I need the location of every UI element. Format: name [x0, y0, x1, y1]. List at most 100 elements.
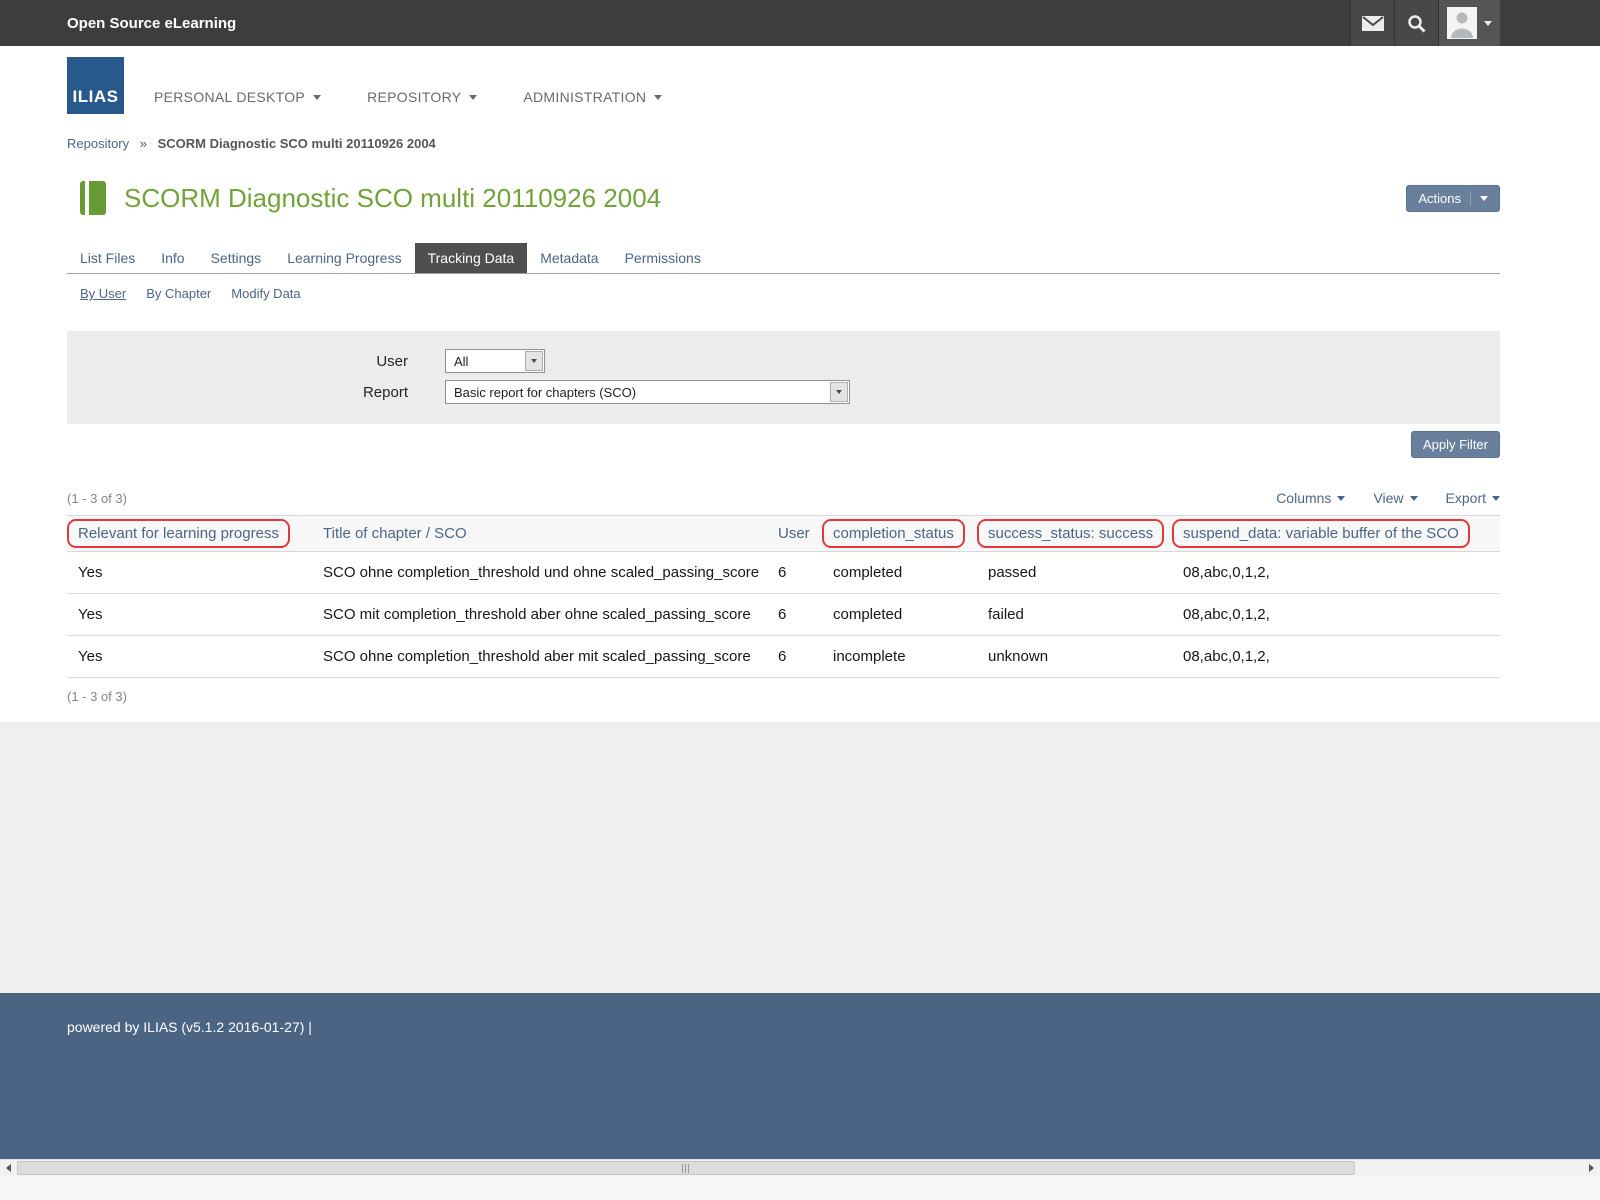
red-highlight-box: suspend_data: variable buffer of the SCO [1172, 519, 1470, 548]
page-title: SCORM Diagnostic SCO multi 20110926 2004 [124, 183, 661, 214]
col-completion-status[interactable]: completion_status [822, 516, 977, 552]
filter-row-report: Report Basic report for chapters (SCO) [67, 380, 1500, 404]
columns-menu[interactable]: Columns [1276, 490, 1345, 506]
page-background [0, 722, 1600, 993]
report-select[interactable]: Basic report for chapters (SCO) [445, 380, 850, 404]
scroll-left-arrow[interactable] [0, 1160, 17, 1177]
cell-user: 6 [767, 552, 822, 594]
cell-title: SCO mit completion_threshold aber ohne s… [312, 594, 767, 636]
cell-relevant: Yes [67, 552, 312, 594]
chevron-down-icon [836, 390, 842, 394]
scorm-module-icon [78, 181, 108, 215]
tab-tracking-data[interactable]: Tracking Data [415, 243, 528, 273]
apply-filter-button[interactable]: Apply Filter [1411, 431, 1500, 458]
subtab-bar: By User By Chapter Modify Data [67, 286, 1500, 301]
chevron-down-icon [1484, 21, 1492, 26]
user-filter-label: User [67, 353, 408, 370]
col-suspend-data[interactable]: suspend_data: variable buffer of the SCO [1172, 516, 1500, 552]
cell-success: failed [977, 594, 1172, 636]
cell-completion: incomplete [822, 636, 977, 678]
view-menu[interactable]: View [1373, 490, 1417, 506]
cell-success: passed [977, 552, 1172, 594]
table-menus: Columns View Export [1276, 490, 1500, 506]
cell-completion: completed [822, 552, 977, 594]
table-row: Yes SCO ohne completion_threshold aber m… [67, 636, 1500, 678]
filter-row-user: User All [67, 349, 1500, 373]
nav-personal-desktop[interactable]: PERSONAL DESKTOP [154, 89, 321, 105]
main-content: Repository » SCORM Diagnostic SCO multi … [0, 124, 1600, 722]
chevron-down-icon [1337, 496, 1345, 501]
cell-completion: completed [822, 594, 977, 636]
filter-panel: User All Report Basic report for chapter… [67, 331, 1500, 424]
red-highlight-box: completion_status [822, 519, 965, 548]
search-button[interactable] [1394, 0, 1438, 46]
tab-settings[interactable]: Settings [198, 243, 275, 273]
horizontal-scrollbar[interactable] [0, 1159, 1600, 1176]
topbar-actions [1350, 0, 1500, 46]
chevron-down-icon [531, 359, 537, 363]
table-toolbar: (1 - 3 of 3) Columns View Export [67, 490, 1500, 506]
nav-repository[interactable]: REPOSITORY [367, 89, 477, 105]
cell-suspend: 08,abc,0,1,2, [1172, 552, 1500, 594]
scrollbar-thumb[interactable] [17, 1161, 1355, 1175]
tracking-data-table: Relevant for learning progress Title of … [67, 515, 1500, 678]
cell-suspend: 08,abc,0,1,2, [1172, 594, 1500, 636]
ilias-logo[interactable]: ILIAS [67, 57, 124, 114]
main-nav: PERSONAL DESKTOP REPOSITORY ADMINISTRATI… [154, 89, 662, 105]
tab-permissions[interactable]: Permissions [612, 243, 714, 273]
col-success-status[interactable]: success_status: success [977, 516, 1172, 552]
button-divider [1470, 191, 1471, 206]
result-range-bottom: (1 - 3 of 3) [67, 678, 1500, 722]
breadcrumb: Repository » SCORM Diagnostic SCO multi … [67, 124, 1500, 151]
col-title-of-chapter[interactable]: Title of chapter / SCO [312, 516, 767, 552]
main-header: ILIAS PERSONAL DESKTOP REPOSITORY ADMINI… [0, 46, 1600, 124]
chevron-down-icon [469, 95, 477, 100]
apply-filter-row: Apply Filter [67, 431, 1500, 458]
tab-bar: List Files Info Settings Learning Progre… [67, 243, 1500, 274]
tab-metadata[interactable]: Metadata [527, 243, 611, 273]
user-avatar [1447, 7, 1477, 39]
report-filter-label: Report [67, 384, 408, 401]
breadcrumb-current: SCORM Diagnostic SCO multi 20110926 2004 [158, 136, 436, 151]
tab-list-files[interactable]: List Files [67, 243, 148, 273]
export-menu[interactable]: Export [1446, 490, 1500, 506]
subtab-by-user[interactable]: By User [80, 286, 126, 301]
chevron-down-icon [1492, 496, 1500, 501]
subtab-modify-data[interactable]: Modify Data [231, 286, 300, 301]
tab-info[interactable]: Info [148, 243, 197, 273]
dropdown-button[interactable] [525, 351, 543, 371]
mail-button[interactable] [1350, 0, 1394, 46]
scrollbar-grip-icon [682, 1164, 691, 1173]
subtab-by-chapter[interactable]: By Chapter [146, 286, 211, 301]
cell-relevant: Yes [67, 594, 312, 636]
table-row: Yes SCO ohne completion_threshold und oh… [67, 552, 1500, 594]
dropdown-button[interactable] [830, 382, 848, 402]
chevron-down-icon [654, 95, 662, 100]
red-highlight-box: success_status: success [977, 519, 1164, 548]
red-highlight-box: Relevant for learning progress [67, 519, 290, 548]
cell-relevant: Yes [67, 636, 312, 678]
user-menu-button[interactable] [1438, 0, 1500, 46]
result-range-top: (1 - 3 of 3) [67, 491, 127, 506]
cell-title: SCO ohne completion_threshold aber mit s… [312, 636, 767, 678]
actions-button[interactable]: Actions [1406, 185, 1500, 212]
logo-text: ILIAS [73, 87, 119, 107]
tab-learning-progress[interactable]: Learning Progress [274, 243, 414, 273]
mail-icon [1362, 16, 1384, 31]
chevron-down-icon [1480, 196, 1488, 201]
footer: powered by ILIAS (v5.1.2 2016-01-27) | [0, 993, 1600, 1159]
col-user[interactable]: User [767, 516, 822, 552]
search-icon [1407, 14, 1426, 33]
breadcrumb-repository-link[interactable]: Repository [67, 136, 129, 151]
cell-success: unknown [977, 636, 1172, 678]
powered-by-link[interactable]: powered by ILIAS (v5.1.2 2016-01-27) | [67, 1019, 312, 1035]
chevron-down-icon [313, 95, 321, 100]
table-row: Yes SCO mit completion_threshold aber oh… [67, 594, 1500, 636]
user-select[interactable]: All [445, 349, 545, 373]
breadcrumb-separator: » [140, 136, 147, 151]
cell-user: 6 [767, 636, 822, 678]
scroll-right-arrow[interactable] [1583, 1160, 1600, 1177]
nav-administration[interactable]: ADMINISTRATION [523, 89, 662, 105]
col-relevant-for-lp[interactable]: Relevant for learning progress [67, 516, 312, 552]
cell-suspend: 08,abc,0,1,2, [1172, 636, 1500, 678]
